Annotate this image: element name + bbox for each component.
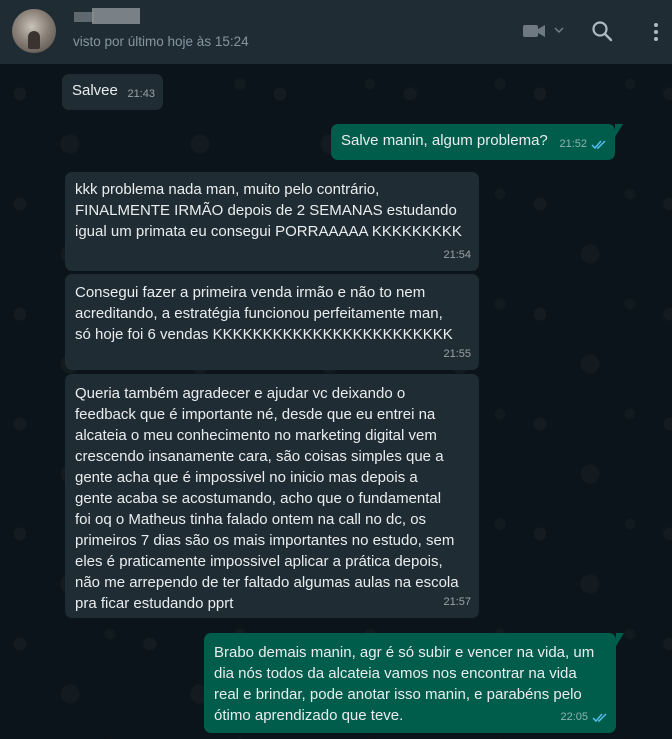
message-incoming[interactable]: Consegui fazer a primeira venda irmão e … — [65, 274, 479, 370]
chat-header: visto por último hoje às 15:24 — [0, 0, 672, 64]
message-time: 21:54 — [443, 249, 471, 261]
message-incoming[interactable]: Salvee 21:43 — [62, 74, 163, 110]
message-text: Consegui fazer a primeira venda irmão e … — [75, 284, 453, 343]
message-outgoing[interactable]: Salve manin, algum problema? 21:52 — [331, 124, 623, 160]
message-time: 21:43 — [127, 88, 155, 100]
message-time: 21:52 — [559, 134, 607, 155]
message-text: Brabo demais manin, agr é só subir e ven… — [214, 644, 595, 724]
message-time: 21:57 — [443, 596, 471, 608]
search-icon[interactable] — [590, 19, 614, 43]
avatar[interactable] — [12, 9, 56, 53]
message-text: kkk problema nada man, muito pelo contrá… — [75, 181, 462, 240]
message-outgoing[interactable]: Brabo demais manin, agr é só subir e ven… — [204, 633, 624, 733]
last-seen-status: visto por último hoje às 15:24 — [73, 34, 249, 49]
contact-name-redacted[interactable] — [92, 8, 140, 24]
message-incoming[interactable]: Queria também agradecer e ajudar vc deix… — [65, 374, 479, 618]
contact-name-redacted-part — [74, 12, 94, 22]
chevron-down-icon[interactable] — [554, 26, 564, 34]
message-list[interactable]: Salvee 21:43 Salve manin, algum problema… — [0, 64, 672, 739]
double-check-icon — [591, 140, 606, 150]
message-incoming[interactable]: kkk problema nada man, muito pelo contrá… — [65, 172, 479, 271]
double-check-icon — [592, 713, 607, 723]
message-time: 22:05 — [560, 707, 608, 728]
video-call-icon[interactable] — [522, 22, 546, 40]
message-text: Queria também agradecer e ajudar vc deix… — [75, 385, 459, 612]
message-time: 21:55 — [443, 348, 471, 360]
menu-icon[interactable] — [650, 20, 662, 44]
